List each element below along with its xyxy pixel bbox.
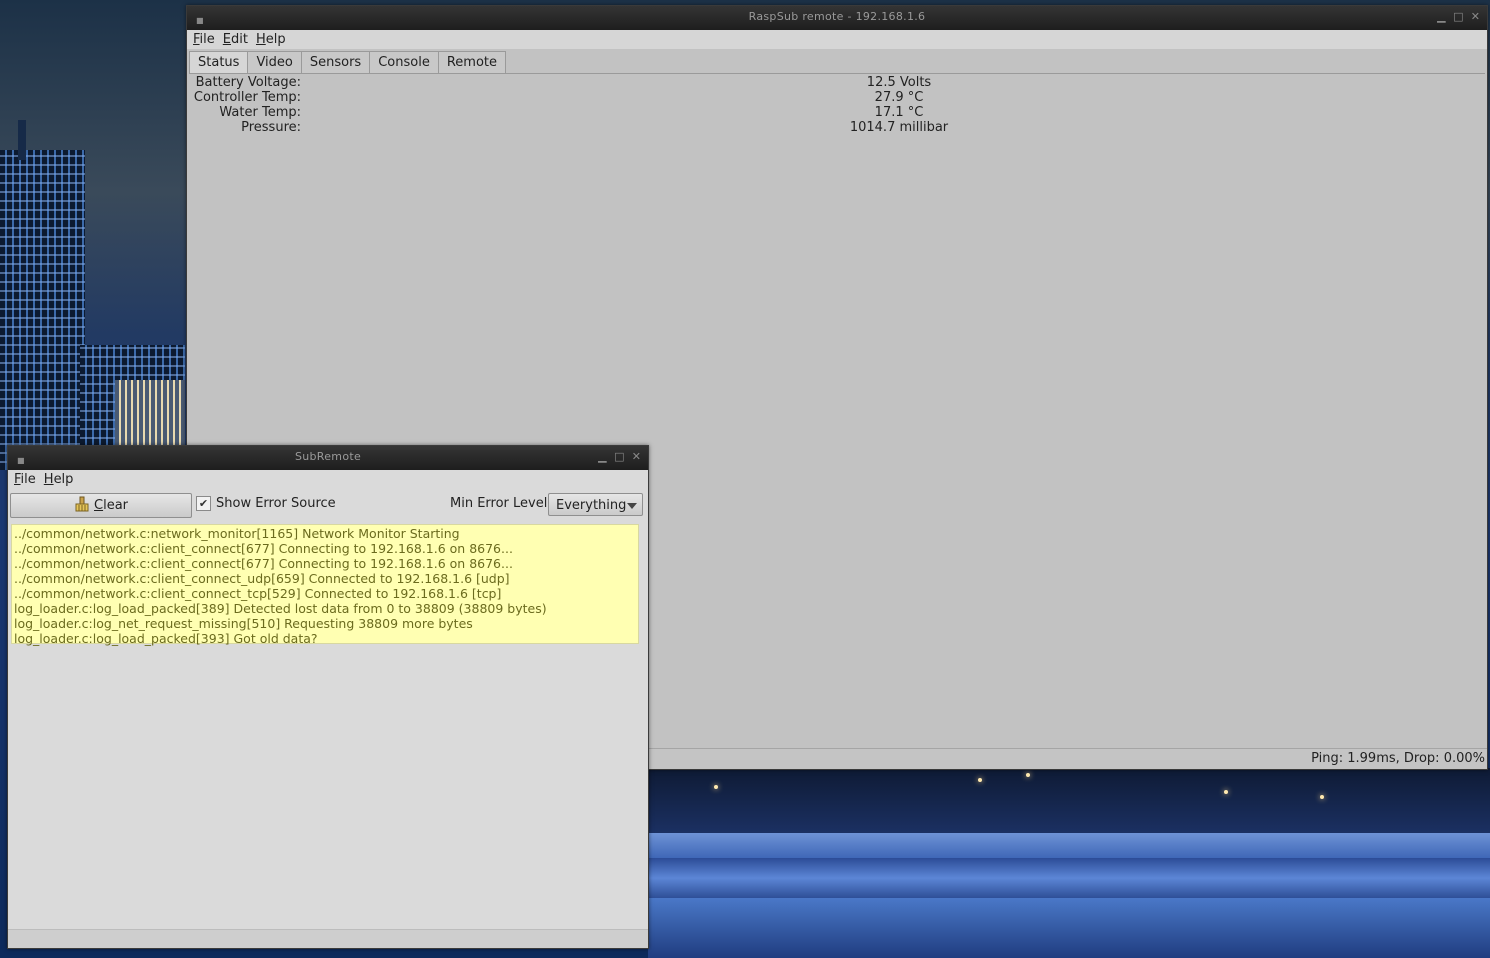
- log-line: ../common/network.c:network_monitor[1165…: [14, 526, 460, 541]
- pressure-label: Pressure:: [241, 120, 301, 135]
- minimize-icon[interactable]: ▁: [597, 446, 608, 468]
- toolbar: Clear ✔ Show Error Source Min Error Leve…: [8, 489, 648, 519]
- log-line: ../common/network.c:client_connect[677] …: [14, 541, 513, 556]
- close-icon[interactable]: ✕: [631, 446, 642, 468]
- skyscraper-left: [0, 150, 85, 470]
- menu-file[interactable]: File: [10, 470, 40, 489]
- min-error-level-label: Min Error Level: [450, 496, 548, 511]
- broom-icon: [74, 496, 90, 516]
- log-line: ../common/network.c:client_connect_tcp[5…: [14, 586, 502, 601]
- menu-help[interactable]: Help: [252, 30, 290, 49]
- min-error-level-value: Everything: [556, 498, 627, 513]
- tab-remote[interactable]: Remote: [437, 51, 506, 73]
- title-bar[interactable]: ■ RaspSub remote - 192.168.1.6 ▁ □ ✕: [187, 6, 1487, 30]
- lake-water: [648, 898, 1490, 958]
- tab-sensors[interactable]: Sensors: [300, 51, 371, 73]
- street-lamp: [714, 785, 718, 789]
- window-title: SubRemote: [294, 450, 362, 463]
- status-row-controller-temp: Controller Temp: 27.9 °C: [189, 90, 1485, 105]
- building-columns: [115, 380, 185, 450]
- frozen-shore: [648, 833, 1490, 858]
- battery-voltage-value: 12.5 Volts: [866, 75, 932, 90]
- log-line: log_loader.c:log_load_packed[389] Detect…: [14, 601, 547, 616]
- pressure-value: 1014.7 millibar: [849, 120, 949, 135]
- window-menu-icon[interactable]: ■: [17, 450, 25, 472]
- street-lamp: [978, 778, 982, 782]
- window-menu-icon[interactable]: ■: [196, 10, 204, 32]
- maximize-icon[interactable]: □: [1453, 6, 1464, 28]
- controller-temp-value: 27.9 °C: [874, 90, 924, 105]
- treeline: [648, 768, 1490, 833]
- log-line: log_loader.c:log_net_request_missing[510…: [14, 616, 473, 631]
- log-line: ../common/network.c:client_connect[677] …: [14, 556, 513, 571]
- minimize-icon[interactable]: ▁: [1436, 6, 1447, 28]
- log-line: log_loader.c:log_load_packed[393] Got ol…: [14, 631, 318, 646]
- status-row-pressure: Pressure: 1014.7 millibar: [189, 120, 1485, 135]
- clear-button[interactable]: Clear: [10, 493, 192, 518]
- water-temp-value: 17.1 °C: [874, 105, 924, 120]
- menu-bar: File Edit Help: [187, 30, 1487, 49]
- menu-help[interactable]: Help: [40, 470, 78, 489]
- clear-label: Clear: [94, 498, 128, 513]
- subremote-window: ■ SubRemote ▁ □ ✕ File Help Clear ✔ Show…: [7, 445, 649, 949]
- ping-drop-status: Ping: 1.99ms, Drop: 0.00%: [1311, 751, 1485, 766]
- status-row-water-temp: Water Temp: 17.1 °C: [189, 105, 1485, 120]
- show-error-source-checkbox[interactable]: ✔ Show Error Source: [196, 496, 336, 511]
- title-bar[interactable]: ■ SubRemote ▁ □ ✕: [8, 446, 648, 470]
- water-temp-label: Water Temp:: [219, 105, 301, 120]
- log-line: ../common/network.c:client_connect_udp[6…: [14, 571, 510, 586]
- tab-status[interactable]: Status: [189, 51, 249, 73]
- status-bar: [8, 929, 648, 948]
- tab-video[interactable]: Video: [247, 51, 302, 73]
- show-error-source-label: Show Error Source: [216, 496, 336, 511]
- tab-console[interactable]: Console: [369, 51, 439, 73]
- close-icon[interactable]: ✕: [1470, 6, 1481, 28]
- log-output[interactable]: ../common/network.c:network_monitor[1165…: [11, 524, 639, 646]
- menu-edit[interactable]: Edit: [219, 30, 252, 49]
- menu-bar: File Help: [8, 470, 648, 489]
- min-error-level-select[interactable]: Everything: [548, 493, 643, 516]
- street-lamp: [1224, 790, 1228, 794]
- street-lamp: [1320, 795, 1324, 799]
- menu-file[interactable]: File: [189, 30, 219, 49]
- maximize-icon[interactable]: □: [614, 446, 625, 468]
- chevron-down-icon: [627, 503, 637, 509]
- skyscraper-spire: [18, 120, 26, 160]
- status-row-battery: Battery Voltage: 12.5 Volts: [189, 75, 1485, 90]
- controller-temp-label: Controller Temp:: [193, 90, 301, 105]
- street-lamp: [1026, 773, 1030, 777]
- checkmark-icon[interactable]: ✔: [196, 496, 211, 511]
- battery-voltage-label: Battery Voltage:: [195, 75, 301, 90]
- tab-bar: Status Video Sensors Console Remote: [187, 51, 1487, 73]
- ice-band: [648, 858, 1490, 898]
- window-title: RaspSub remote - 192.168.1.6: [748, 10, 926, 23]
